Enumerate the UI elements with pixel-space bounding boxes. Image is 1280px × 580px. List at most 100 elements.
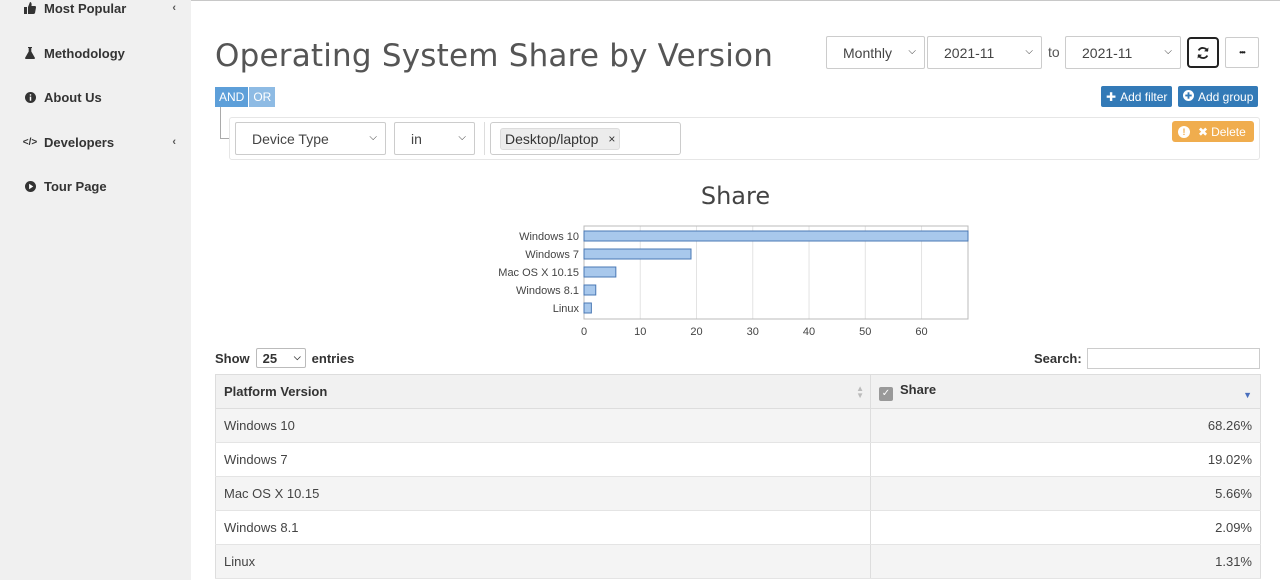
y-tick-label: Windows 7 (525, 249, 579, 261)
platform-cell: Linux (215, 544, 871, 579)
close-icon: ✖ (1198, 124, 1209, 139)
column-header-platform-version[interactable]: Platform Version ▲ ▼ (215, 374, 871, 409)
chevron-down-icon: ⌵ (293, 352, 301, 362)
divider (484, 122, 485, 155)
chevron-down-icon: ⌵ (1164, 46, 1172, 57)
sidebar-item-label: Developers (44, 134, 115, 150)
page-length-value: 25 (262, 350, 278, 366)
filter-value-tag: Desktop/laptop × (500, 128, 621, 150)
plus-circle-icon (1183, 89, 1194, 104)
table-row: Linux 1.31% (215, 544, 1261, 579)
x-tick-label: 50 (859, 326, 871, 335)
sidebar-item-most-popular[interactable]: Most Popular ‹ (22, 0, 182, 20)
add-filter-button[interactable]: ✚ Add filter (1101, 86, 1173, 107)
column-header-share[interactable]: ✓ Share ▼ (870, 374, 1261, 409)
share-cell: 19.02% (870, 442, 1261, 477)
x-tick-label: 20 (690, 326, 702, 335)
flask-icon (22, 47, 38, 59)
play-circle-icon (22, 180, 38, 192)
sidebar-item-methodology[interactable]: Methodology (22, 41, 182, 65)
chevron-left-icon: ‹ (172, 2, 176, 14)
share-cell: 68.26% (870, 408, 1261, 443)
table-row: Windows 7 19.02% (215, 442, 1261, 477)
filter-field-value: Device Type (252, 130, 329, 147)
x-tick-label: 10 (634, 326, 646, 335)
to-label: to (1048, 44, 1060, 60)
table-row: Windows 8.1 2.09% (215, 510, 1261, 545)
checkbox-icon[interactable]: ✓ (879, 386, 893, 401)
x-tick-label: 30 (747, 326, 759, 335)
sort-icon: ▲ ▼ (856, 384, 864, 400)
search-input[interactable] (1087, 348, 1260, 369)
sidebar: Most Popular ‹ Methodology About Us </> … (0, 0, 191, 580)
filter-operator-select[interactable]: in ⌵ (394, 122, 475, 155)
bar (583, 302, 592, 314)
chevron-down-icon: ⌵ (369, 132, 377, 143)
share-cell: 5.66% (870, 476, 1261, 511)
chevron-down-icon: ⌵ (908, 46, 916, 57)
page-length-select[interactable]: 25 ⌵ (255, 348, 306, 368)
add-group-button[interactable]: Add group (1178, 86, 1259, 107)
thumbs-up-icon (22, 2, 38, 14)
delete-rule-button[interactable]: ! ✖ Delete (1172, 121, 1254, 142)
to-date-select[interactable]: 2021-11 ⌵ (1065, 36, 1181, 69)
plus-icon: ✚ (1106, 89, 1117, 104)
entries-label: entries (311, 350, 355, 366)
refresh-button[interactable] (1187, 37, 1219, 68)
and-or-toggle: AND OR (215, 87, 276, 107)
ellipsis-icon: ••• (1239, 48, 1245, 57)
x-tick-label: 0 (581, 326, 587, 335)
chevron-down-icon: ⌵ (1025, 46, 1033, 57)
exclamation-icon: ! (1178, 125, 1190, 138)
page-length-control: Show 25 ⌵ entries (215, 348, 354, 368)
chevron-down-icon: ⌵ (458, 132, 466, 143)
sidebar-item-developers[interactable]: </> Developers ‹ (22, 130, 182, 154)
filter-field-select[interactable]: Device Type ⌵ (235, 122, 386, 155)
y-tick-label: Mac OS X 10.15 (498, 267, 579, 279)
chevron-left-icon: ‹ (172, 136, 176, 148)
more-options-button[interactable]: ••• (1225, 37, 1259, 68)
filter-operator-value: in (411, 130, 422, 147)
column-header-label: Platform Version (224, 384, 328, 399)
tag-remove-icon[interactable]: × (608, 132, 615, 146)
sort-desc-icon: ▼ (1243, 390, 1252, 400)
share-cell: 1.31% (870, 544, 1261, 579)
bar (583, 284, 597, 296)
add-group-label: Add group (1198, 89, 1254, 104)
chart-title: Share (700, 182, 771, 210)
from-date-value: 2021-11 (944, 44, 995, 61)
bar (583, 230, 969, 242)
sidebar-item-label: Tour Page (44, 178, 107, 194)
bar (583, 248, 692, 260)
y-tick-label: Windows 10 (519, 231, 579, 243)
data-table: Platform Version ▲ ▼ ✓ Share ▼ Windows 10 … (215, 374, 1261, 579)
y-tick-label: Windows 8.1 (516, 285, 579, 297)
code-icon: </> (22, 136, 38, 148)
or-button[interactable]: OR (248, 87, 276, 107)
platform-cell: Windows 8.1 (215, 510, 871, 545)
platform-cell: Windows 10 (215, 408, 871, 443)
period-select-value: Monthly (843, 44, 893, 61)
sidebar-item-tour-page[interactable]: Tour Page (22, 174, 182, 198)
sidebar-item-label: Most Popular (44, 0, 127, 16)
add-filter-label: Add filter (1120, 89, 1168, 104)
info-circle-icon (22, 91, 38, 103)
search-label: Search: (1034, 351, 1082, 366)
platform-cell: Mac OS X 10.15 (215, 476, 871, 511)
sidebar-item-label: About Us (44, 89, 102, 105)
page-title: Operating System Share by Version (215, 38, 774, 74)
and-button[interactable]: AND (215, 87, 249, 107)
main-content: Operating System Share by Version Monthl… (191, 0, 1280, 580)
table-row: Mac OS X 10.15 5.66% (215, 476, 1261, 511)
share-cell: 2.09% (870, 510, 1261, 545)
sidebar-item-about-us[interactable]: About Us (22, 85, 182, 109)
from-date-select[interactable]: 2021-11 ⌵ (927, 36, 1042, 69)
table-header-row: Platform Version ▲ ▼ ✓ Share ▼ (215, 374, 1261, 409)
bar-chart: 0 10 20 30 40 50 60 Windows 10 Windows 7 Mac OS X… (498, 225, 969, 335)
platform-cell: Windows 7 (215, 442, 871, 477)
x-tick-label: 40 (803, 326, 815, 335)
period-select[interactable]: Monthly ⌵ (826, 36, 925, 69)
filter-value-input[interactable]: Desktop/laptop × (490, 122, 681, 155)
show-label: Show (215, 350, 250, 366)
filter-value-tag-label: Desktop/laptop (505, 131, 599, 147)
